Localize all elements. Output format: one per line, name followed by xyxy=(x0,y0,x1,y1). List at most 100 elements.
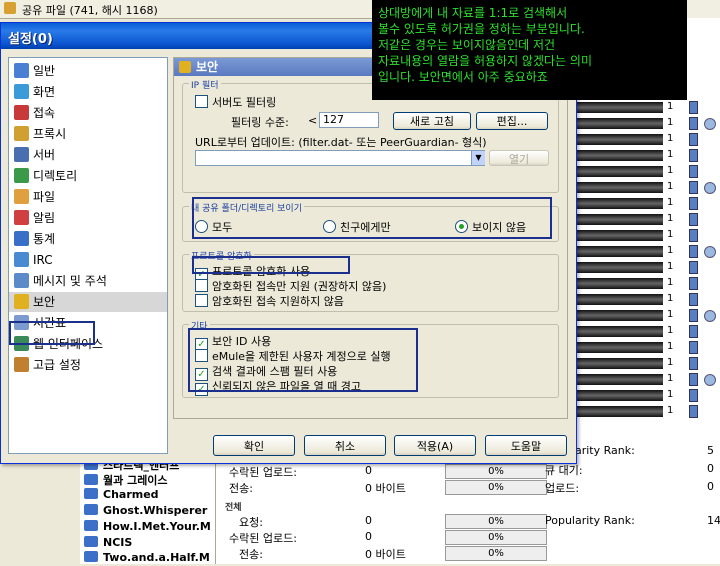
nav-item-label: IRC xyxy=(33,253,53,267)
annotation-line: 입니다. 보안면에서 아주 중요하죠 xyxy=(378,70,548,84)
nav-item[interactable]: 파일 xyxy=(9,187,167,207)
file-count: 1 xyxy=(667,405,674,416)
background-title: 공유 파일 (741, 해시 1168) xyxy=(22,4,158,17)
nav-item[interactable]: 접속 xyxy=(9,103,167,123)
stat-total-transfer-label: 전송: xyxy=(239,548,263,561)
tree-item[interactable]: NCIS xyxy=(84,536,132,551)
file-row[interactable]: 1 xyxy=(575,180,720,195)
ok-button[interactable]: 확인 xyxy=(213,435,295,456)
stat-transfer-pct: 0% xyxy=(445,480,547,495)
annotation-line: 저같은 경우는 보이지않음인데 저건 xyxy=(378,38,556,52)
nav-item-label: 디렉토리 xyxy=(33,169,78,183)
checkbox-box[interactable] xyxy=(195,95,208,108)
chevron-down-icon[interactable]: ▼ xyxy=(471,151,485,165)
file-count: 1 xyxy=(667,293,674,304)
nav-item[interactable]: 서버 xyxy=(9,145,167,165)
file-icon xyxy=(689,197,698,210)
nav-item[interactable]: 디렉토리 xyxy=(9,166,167,186)
file-row[interactable]: 1 xyxy=(575,340,720,355)
reload-button[interactable]: 새로 고침 xyxy=(393,112,471,130)
globe-icon xyxy=(704,310,716,322)
file-row[interactable]: 1 xyxy=(575,132,720,147)
checkbox-box[interactable] xyxy=(195,294,208,307)
apply-button[interactable]: 적용(A) xyxy=(394,435,476,456)
encrypted-only-checkbox[interactable]: 암호화된 접속만 지원 (권장하지 않음) xyxy=(195,278,386,294)
file-count: 1 xyxy=(667,357,674,368)
nav-icon xyxy=(14,84,29,99)
edit-button[interactable]: 편집... xyxy=(476,112,548,130)
stat-request-pct: 0% xyxy=(445,514,547,529)
file-row[interactable]: 1 xyxy=(575,100,720,115)
nav-item[interactable]: 고급 설정 xyxy=(9,355,167,375)
server-filter-checkbox[interactable]: 서버도 필터링 xyxy=(195,94,276,110)
no-encryption-checkbox[interactable]: 암호화된 접속 지원하지 않음 xyxy=(195,293,344,309)
file-row[interactable]: 1 xyxy=(575,404,720,419)
stat-transfer-value: 0 바이트 xyxy=(365,482,406,495)
progress-bar xyxy=(575,118,663,129)
checkbox-box[interactable] xyxy=(195,279,208,292)
nav-item[interactable]: IRC xyxy=(9,250,167,270)
file-row[interactable]: 1 xyxy=(575,148,720,163)
nav-item-label: 일반 xyxy=(33,64,56,78)
open-button[interactable]: 열기 xyxy=(489,150,549,166)
file-row[interactable]: 1 xyxy=(575,164,720,179)
nav-item-label: 파일 xyxy=(33,190,56,204)
file-count: 1 xyxy=(667,325,674,336)
file-row[interactable]: 1 xyxy=(575,324,720,339)
file-row[interactable]: 1 xyxy=(575,308,720,323)
tree-item[interactable]: Charmed xyxy=(84,488,159,503)
nav-item[interactable]: 메시지 및 주석 xyxy=(9,271,167,291)
nav-item[interactable]: 프록시 xyxy=(9,124,167,144)
security-highlight-box xyxy=(9,321,95,345)
file-row[interactable]: 1 xyxy=(575,292,720,307)
file-row[interactable]: 1 xyxy=(575,276,720,291)
cancel-button[interactable]: 취소 xyxy=(304,435,386,456)
file-icon xyxy=(689,325,698,338)
stat-queue-label: 큐 대기: xyxy=(545,464,583,477)
file-row[interactable]: 1 xyxy=(575,388,720,403)
globe-icon xyxy=(704,374,716,386)
file-count: 1 xyxy=(667,309,674,320)
url-update-input[interactable] xyxy=(195,150,485,166)
file-count: 1 xyxy=(667,181,674,192)
nav-item[interactable]: 보안 xyxy=(9,292,167,312)
nav-item[interactable]: 통계 xyxy=(9,229,167,249)
progress-bar xyxy=(575,246,663,257)
file-icon xyxy=(689,373,698,386)
stat-uploaded-label: 수락된 업로드: xyxy=(229,466,297,479)
file-row[interactable]: 1 xyxy=(575,372,720,387)
tree-item[interactable]: 월과 그레이스 xyxy=(84,472,168,487)
stat-total-rank-value: 14 xyxy=(707,514,720,527)
tree-item[interactable]: Ghost.Whisperer xyxy=(84,504,207,519)
help-button[interactable]: 도움말 xyxy=(485,435,567,456)
progress-bar xyxy=(575,198,663,209)
annotation-box-protocol xyxy=(192,256,350,274)
stat-upload-value: 0 xyxy=(707,480,714,493)
filter-level-input[interactable]: 127 xyxy=(319,112,379,128)
progress-bar xyxy=(575,278,663,289)
file-icon xyxy=(689,309,698,322)
category-tree[interactable]: 스타트렉_엔터프 월과 그레이스 Charmed Ghost.Whisperer… xyxy=(80,455,216,564)
stat-total-uploaded-pct: 0% xyxy=(445,530,547,545)
file-row[interactable]: 1 xyxy=(575,260,720,275)
file-icon xyxy=(689,357,698,370)
nav-icon xyxy=(14,189,29,204)
file-row[interactable]: 1 xyxy=(575,212,720,227)
folder-icon xyxy=(84,536,98,547)
globe-icon xyxy=(704,118,716,130)
file-icon xyxy=(689,229,698,242)
file-row[interactable]: 1 xyxy=(575,116,720,131)
progress-bar xyxy=(575,182,663,193)
nav-item[interactable]: 화면 xyxy=(9,82,167,102)
nav-item[interactable]: 알림 xyxy=(9,208,167,228)
tree-item[interactable]: How.I.Met.Your.M xyxy=(84,520,211,535)
nav-item-label: 서버 xyxy=(33,148,56,162)
file-row[interactable]: 1 xyxy=(575,244,720,259)
progress-bar xyxy=(575,230,663,241)
file-row[interactable]: 1 xyxy=(575,356,720,371)
file-row[interactable]: 1 xyxy=(575,196,720,211)
nav-item[interactable]: 일반 xyxy=(9,61,167,81)
file-count: 1 xyxy=(667,229,674,240)
file-row[interactable]: 1 xyxy=(575,228,720,243)
annotation-box-misc xyxy=(188,328,418,392)
